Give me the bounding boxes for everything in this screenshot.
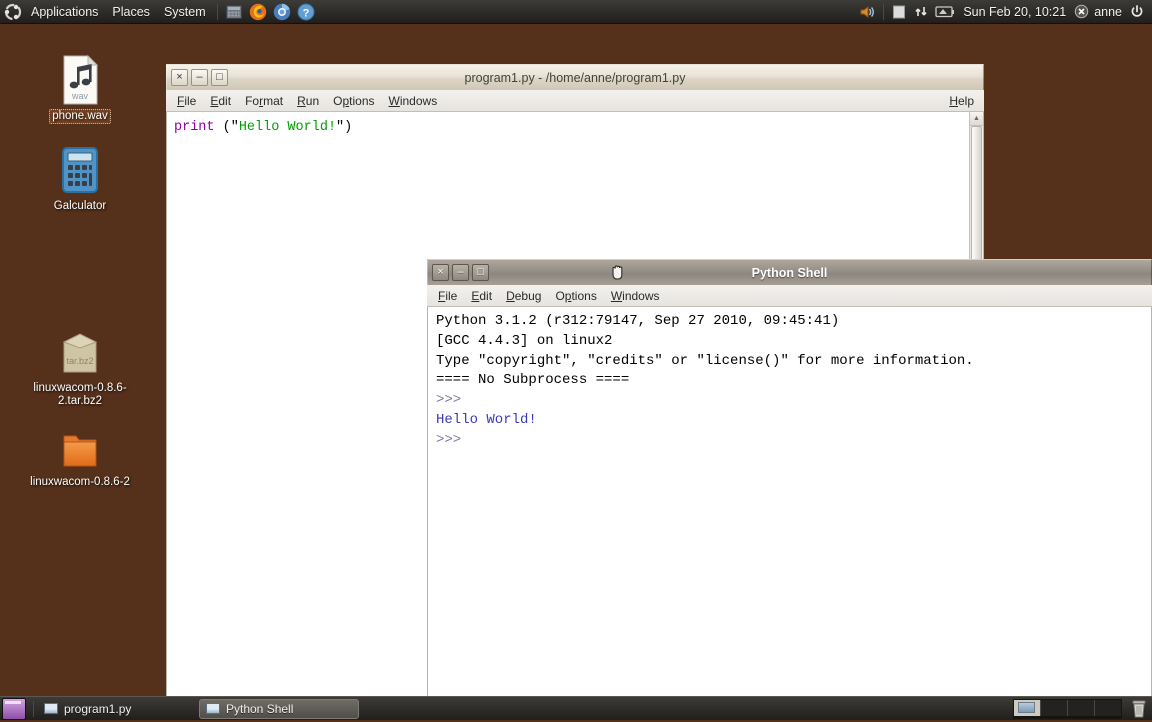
shell-titlebar[interactable]: × – □ Python Shell — [427, 259, 1152, 285]
panel-separator — [216, 3, 218, 20]
workspace-2[interactable] — [1041, 699, 1068, 716]
shell-line: Python 3.1.2 (r312:79147, Sep 27 2010, 0… — [436, 313, 840, 329]
window-icon — [206, 703, 220, 714]
maximize-icon[interactable]: □ — [472, 264, 489, 281]
shell-menu-edit[interactable]: Edit — [464, 287, 499, 305]
desktop-icon-linuxwacom-archive[interactable]: tar.bz2 linuxwacom-0.8.6-2.tar.bz2 — [25, 326, 135, 409]
shell-prompt-line: >>> — [436, 392, 470, 409]
display-icon[interactable] — [935, 2, 955, 22]
code-string: Hello World! — [238, 120, 337, 135]
editor-menu-file[interactable]: File — [170, 92, 203, 110]
desktop-icon-label: linuxwacom-0.8.6-2 — [30, 476, 130, 488]
workspace-3[interactable] — [1068, 699, 1095, 716]
editor-menu-run[interactable]: Run — [290, 92, 326, 110]
menu-system[interactable]: System — [157, 2, 213, 22]
workspace-1[interactable] — [1014, 699, 1041, 716]
taskbar-separator — [33, 700, 34, 717]
show-desktop-icon[interactable] — [2, 697, 26, 720]
code-quote-close: " — [336, 120, 345, 135]
ubuntu-logo-icon[interactable] — [3, 2, 23, 22]
taskbar-item-label: Python Shell — [226, 701, 294, 716]
code-keyword: print — [174, 120, 215, 135]
shell-body[interactable]: Python 3.1.2 (r312:79147, Sep 27 2010, 0… — [427, 307, 1152, 697]
code-quote-open: " — [230, 120, 239, 135]
code-open-paren: ( — [214, 120, 231, 135]
username-label[interactable]: anne — [1092, 3, 1126, 21]
svg-text:wav: wav — [71, 91, 89, 101]
taskbar-item-python-shell[interactable]: Python Shell — [199, 698, 359, 719]
menu-applications[interactable]: Applications — [24, 2, 105, 22]
desktop-icon-label: phone.wav — [49, 109, 111, 124]
bottom-panel-right — [1013, 698, 1152, 719]
power-icon[interactable] — [1129, 2, 1145, 22]
editor-window-buttons: × – □ — [171, 69, 231, 86]
terminal-icon[interactable] — [224, 2, 244, 22]
shell-menu-debug[interactable]: Debug — [499, 287, 548, 305]
shell-output-text[interactable]: Python 3.1.2 (r312:79147, Sep 27 2010, 0… — [428, 307, 1151, 451]
window-icon[interactable] — [891, 2, 907, 22]
editor-menubar: File Edit Format Run Options Windows Hel… — [166, 90, 984, 112]
panel-separator-2 — [883, 3, 885, 20]
taskbar-item-label: program1.py — [64, 701, 132, 716]
shell-window-title: Python Shell — [751, 265, 828, 280]
menu-places[interactable]: Places — [105, 2, 157, 22]
editor-menu-format[interactable]: Format — [238, 92, 290, 110]
wav-file-icon: wav — [25, 54, 135, 106]
desktop-icon-label: Galculator — [53, 200, 107, 212]
browser-icon[interactable] — [272, 2, 292, 22]
editor-menu-windows[interactable]: Windows — [382, 92, 445, 110]
folder-icon — [25, 420, 135, 472]
bottom-panel: program1.py Python Shell — [0, 696, 1152, 720]
shell-menubar: File Edit Debug Options Windows — [427, 285, 1152, 307]
editor-menu-options[interactable]: Options — [326, 92, 381, 110]
panel-status-area: Sun Feb 20, 10:21 anne — [855, 2, 1152, 22]
python-shell-window[interactable]: × – □ Python Shell File Edit Debug Optio… — [427, 259, 1152, 697]
editor-menu-help[interactable]: Help — [942, 92, 984, 110]
close-icon[interactable]: × — [171, 69, 188, 86]
window-icon — [44, 703, 58, 714]
minimize-icon[interactable]: – — [452, 264, 469, 281]
workspace-4[interactable] — [1095, 699, 1121, 716]
code-close-paren: ) — [344, 120, 353, 135]
close-icon[interactable]: × — [432, 264, 449, 281]
desktop-icon-label: linuxwacom-0.8.6-2.tar.bz2 — [33, 382, 127, 407]
trash-icon[interactable] — [1130, 699, 1148, 719]
taskbar-item-program1[interactable]: program1.py — [37, 699, 197, 719]
desktop-icon-linuxwacom-folder[interactable]: linuxwacom-0.8.6-2 — [25, 420, 135, 490]
maximize-icon[interactable]: □ — [211, 69, 228, 86]
shell-window-buttons: × – □ — [432, 264, 492, 281]
shell-menu-windows[interactable]: Windows — [604, 287, 667, 305]
top-panel: Applications Places System ? Sun Feb 20,… — [0, 0, 1152, 24]
shell-output-line: Hello World! — [436, 411, 537, 428]
shell-line: ==== No Subprocess ==== — [436, 372, 630, 389]
scroll-up-icon[interactable]: ▲ — [970, 112, 983, 126]
shell-prompt-line: >>> — [436, 431, 470, 448]
volume-icon[interactable] — [858, 2, 876, 22]
user-status-icon[interactable] — [1074, 2, 1089, 22]
scrollbar-thumb[interactable] — [971, 126, 982, 266]
help-icon[interactable]: ? — [296, 2, 316, 22]
editor-titlebar[interactable]: × – □ program1.py - /home/anne/program1.… — [166, 64, 984, 90]
code-editor-text[interactable]: print ("Hello World!") — [167, 112, 983, 138]
firefox-icon[interactable] — [248, 2, 268, 22]
editor-menu-edit[interactable]: Edit — [203, 92, 238, 110]
archive-icon: tar.bz2 — [25, 326, 135, 378]
svg-text:?: ? — [302, 7, 309, 19]
minimize-icon[interactable]: – — [191, 69, 208, 86]
editor-window-title: program1.py - /home/anne/program1.py — [464, 70, 686, 85]
svg-text:tar.bz2: tar.bz2 — [66, 356, 93, 366]
clock[interactable]: Sun Feb 20, 10:21 — [958, 3, 1071, 21]
shell-line: [GCC 4.4.3] on linux2 — [436, 332, 613, 349]
shell-line: Type "copyright", "credits" or "license(… — [436, 352, 974, 369]
calculator-icon — [25, 144, 135, 196]
desktop-icon-galculator[interactable]: Galculator — [25, 144, 135, 214]
workspace-switcher[interactable] — [1013, 698, 1122, 719]
desktop-icon-phone-wav[interactable]: wav phone.wav — [25, 54, 135, 124]
shell-menu-options[interactable]: Options — [548, 287, 603, 305]
network-icon[interactable] — [913, 2, 929, 22]
shell-menu-file[interactable]: File — [431, 287, 464, 305]
